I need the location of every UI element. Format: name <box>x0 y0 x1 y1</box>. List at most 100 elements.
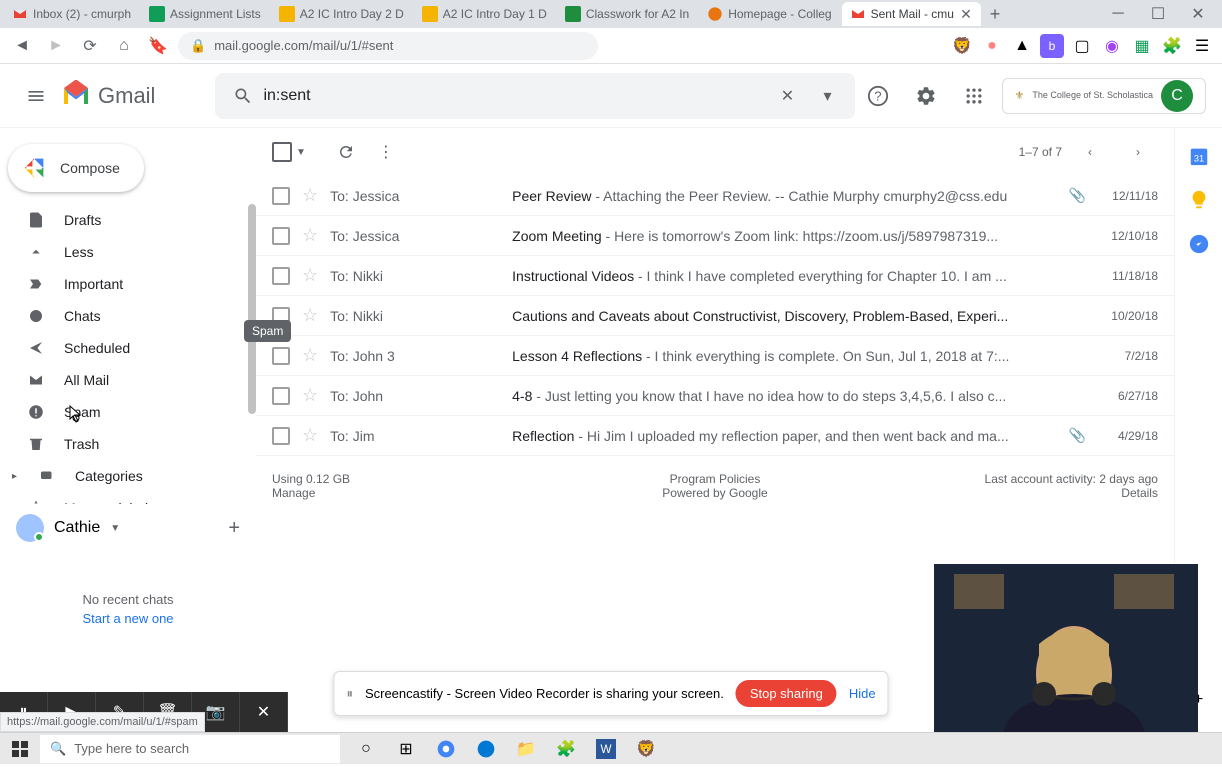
mail-row-6[interactable]: ☆ To: Jim Reflection - Hi Jim I uploaded… <box>256 416 1174 456</box>
chrome-taskbar-icon[interactable] <box>428 733 464 765</box>
search-button[interactable] <box>223 76 263 116</box>
row-star-button[interactable]: ☆ <box>302 425 318 446</box>
manage-link[interactable]: Manage <box>272 486 567 500</box>
sidebar-item-categories[interactable]: ▸Categories <box>0 460 256 492</box>
ext-icon-6[interactable]: ◉ <box>1100 34 1124 58</box>
row-checkbox[interactable] <box>272 267 290 285</box>
mail-row-2[interactable]: ☆ To: Nikki Instructional Videos - I thi… <box>256 256 1174 296</box>
calendar-addon[interactable]: 31 <box>1187 144 1211 168</box>
account-avatar[interactable]: C <box>1161 80 1193 112</box>
sidebar-item-less[interactable]: Less <box>0 236 256 268</box>
screencastify-ext-icon[interactable]: ● <box>980 34 1004 58</box>
window-close-button[interactable]: ✕ <box>1178 0 1218 28</box>
explorer-taskbar-icon[interactable]: 📁 <box>508 733 544 765</box>
app-taskbar-icon[interactable]: 🧩 <box>548 733 584 765</box>
tab-close-button[interactable]: ✕ <box>959 7 973 21</box>
search-clear-button[interactable]: ✕ <box>767 76 807 116</box>
select-dropdown[interactable]: ▼ <box>296 147 306 158</box>
mail-row-3[interactable]: ☆ To: Nikki Cautions and Caveats about C… <box>256 296 1174 336</box>
refresh-button[interactable] <box>326 132 366 172</box>
row-star-button[interactable]: ☆ <box>302 265 318 286</box>
ext-icon-5[interactable]: ▢ <box>1070 34 1094 58</box>
stop-sharing-button[interactable]: Stop sharing <box>736 680 837 707</box>
browser-tab-2[interactable]: A2 IC Intro Day 2 D <box>271 2 412 26</box>
policies-link[interactable]: Program Policies <box>567 472 862 486</box>
browser-menu-button[interactable]: ☰ <box>1190 34 1214 58</box>
sidebar-item-allmail[interactable]: All Mail <box>0 364 256 396</box>
apps-button[interactable] <box>954 76 994 116</box>
gmail-logo[interactable]: Gmail <box>60 80 155 112</box>
mail-row-1[interactable]: ☆ To: Jessica Zoom Meeting - Here is tom… <box>256 216 1174 256</box>
browser-tab-0[interactable]: Inbox (2) - cmurph <box>4 2 139 26</box>
support-button[interactable]: ? <box>858 76 898 116</box>
task-view-button[interactable]: ⊞ <box>388 733 424 765</box>
window-maximize-button[interactable]: ☐ <box>1138 0 1178 28</box>
search-options-button[interactable]: ▾ <box>807 76 847 116</box>
keep-addon[interactable] <box>1187 188 1211 212</box>
cortana-button[interactable]: ○ <box>348 733 384 765</box>
new-tab-button[interactable]: + <box>983 2 1007 26</box>
browser-tab-1[interactable]: Assignment Lists <box>141 2 269 26</box>
sidebar-item-important[interactable]: Important <box>0 268 256 300</box>
nav-forward-button[interactable]: ► <box>42 32 70 60</box>
mail-row-5[interactable]: ☆ To: John 4-8 - Just letting you know t… <box>256 376 1174 416</box>
hide-sharing-button[interactable]: Hide <box>849 686 876 701</box>
mail-row-0[interactable]: ☆ To: Jessica Peer Review - Attaching th… <box>256 176 1174 216</box>
browser-tab-4[interactable]: Classwork for A2 In <box>557 2 697 26</box>
brave-taskbar-icon[interactable]: 🦁 <box>628 733 664 765</box>
start-chat-link[interactable]: Start a new one <box>0 611 256 626</box>
hangouts-new-button[interactable]: + <box>228 517 240 540</box>
extensions-button[interactable]: 🧩 <box>1160 34 1184 58</box>
ext-icon-7[interactable]: ▦ <box>1130 34 1154 58</box>
less-icon <box>26 242 46 262</box>
main-menu-button[interactable] <box>16 76 56 116</box>
rec-close-button[interactable]: ✕ <box>240 692 288 732</box>
word-taskbar-icon[interactable]: W <box>588 733 624 765</box>
nav-back-button[interactable]: ◄ <box>8 32 36 60</box>
sidebar-item-spam[interactable]: Spam <box>0 396 256 428</box>
browser-tab-6[interactable]: Sent Mail - cmu✕ <box>842 2 981 26</box>
sidebar-item-trash[interactable]: Trash <box>0 428 256 460</box>
sidebar-scrollbar[interactable] <box>248 204 256 414</box>
row-checkbox[interactable] <box>272 427 290 445</box>
tab-favicon <box>149 6 165 22</box>
nav-reload-button[interactable]: ⟳ <box>76 32 104 60</box>
browser-tab-5[interactable]: Homepage - Colleg <box>699 2 839 26</box>
sidebar-item-scheduled[interactable]: Scheduled <box>0 332 256 364</box>
sidebar-item-chats[interactable]: Chats <box>0 300 256 332</box>
hangouts-section[interactable]: Cathie ▼ + <box>0 504 256 552</box>
row-star-button[interactable]: ☆ <box>302 185 318 206</box>
start-button[interactable] <box>0 733 40 765</box>
taskbar-search[interactable]: 🔍 Type here to search <box>40 735 340 763</box>
tasks-addon[interactable] <box>1187 232 1211 256</box>
search-input[interactable] <box>263 87 767 105</box>
mail-row-4[interactable]: ☆ To: John 3 Lesson 4 Reflections - I th… <box>256 336 1174 376</box>
details-link[interactable]: Details <box>863 486 1158 500</box>
more-button[interactable]: ⋮ <box>366 132 406 172</box>
row-star-button[interactable]: ☆ <box>302 385 318 406</box>
drive-ext-icon[interactable]: ▲ <box>1010 34 1034 58</box>
row-checkbox[interactable] <box>272 187 290 205</box>
browser-tab-3[interactable]: A2 IC Intro Day 1 D <box>414 2 555 26</box>
edge-taskbar-icon[interactable] <box>468 733 504 765</box>
sidebar-item-manage[interactable]: Manage labels <box>0 492 256 504</box>
compose-button[interactable]: Compose <box>8 144 144 192</box>
address-bar[interactable]: 🔒 mail.google.com/mail/u/1/#sent <box>178 32 598 60</box>
row-checkbox[interactable] <box>272 347 290 365</box>
row-checkbox[interactable] <box>272 387 290 405</box>
sidebar-item-drafts[interactable]: Drafts <box>0 204 256 236</box>
select-all-checkbox[interactable] <box>272 142 292 162</box>
row-checkbox[interactable] <box>272 227 290 245</box>
nav-bookmark-button[interactable]: 🔖 <box>144 32 172 60</box>
org-badge[interactable]: ⚜ The College of St. Scholastica C <box>1002 78 1206 114</box>
row-star-button[interactable]: ☆ <box>302 305 318 326</box>
settings-button[interactable] <box>906 76 946 116</box>
window-minimize-button[interactable]: ─ <box>1098 0 1138 28</box>
next-page-button[interactable]: › <box>1118 132 1158 172</box>
row-star-button[interactable]: ☆ <box>302 225 318 246</box>
brave-shield-icon[interactable]: 🦁 <box>950 34 974 58</box>
prev-page-button[interactable]: ‹ <box>1070 132 1110 172</box>
bitmoji-ext-icon[interactable]: b <box>1040 34 1064 58</box>
row-star-button[interactable]: ☆ <box>302 345 318 366</box>
nav-home-button[interactable]: ⌂ <box>110 32 138 60</box>
